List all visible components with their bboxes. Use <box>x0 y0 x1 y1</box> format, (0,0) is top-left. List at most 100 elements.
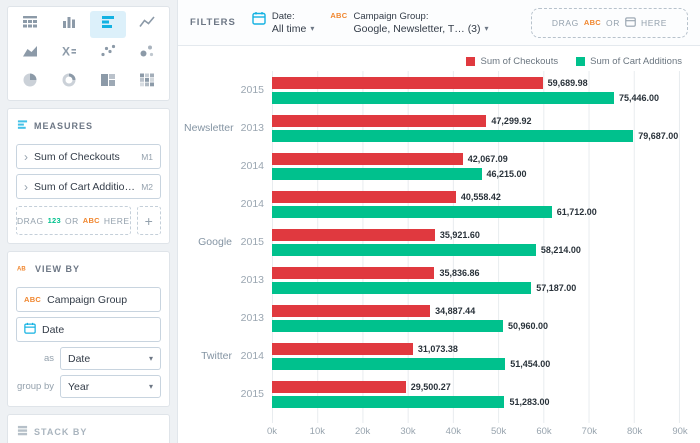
bar-pair: 47,299.9279,687.00 <box>272 115 680 142</box>
viz-type-donut-chart[interactable] <box>51 69 88 96</box>
x-tick-label: 0k <box>267 426 277 437</box>
cart-additions-bar[interactable] <box>272 244 536 256</box>
measure-badge: M1 <box>141 152 153 162</box>
row-label: 2015 <box>186 84 272 96</box>
viz-type-line-chart[interactable] <box>128 11 165 38</box>
viz-type-column-chart[interactable] <box>51 11 88 38</box>
date-dimension-select[interactable]: Date ▾ <box>60 347 161 370</box>
chart-row: 2013 35,836.8657,187.00 <box>186 261 692 299</box>
chart-row: 201442,067.0946,215.00 <box>186 147 692 185</box>
bar-value-label: 59,689.98 <box>548 78 588 88</box>
cart-additions-bar[interactable] <box>272 92 614 104</box>
dropzone-text: DRAG <box>17 216 44 226</box>
row-label: 2013 <box>186 312 272 324</box>
bar-value-label: 50,960.00 <box>508 321 548 331</box>
cart-additions-bar[interactable] <box>272 358 505 370</box>
measures-title: MEASURES <box>34 121 93 131</box>
year-label: 2015 <box>239 388 264 400</box>
year-label: 2013 <box>239 274 264 286</box>
column-chart-icon <box>61 14 77 35</box>
bar-line: 31,073.38 <box>272 343 680 355</box>
chevron-down-icon: ▾ <box>149 382 153 391</box>
add-measure-button[interactable]: + <box>137 206 161 235</box>
measure-item-checkouts[interactable]: › Sum of Checkouts M1 <box>16 144 161 169</box>
filter-dropzone[interactable]: DRAG ABC OR HERE <box>531 8 688 38</box>
cart-additions-bar[interactable] <box>272 206 552 218</box>
year-label: 2015 <box>239 236 264 248</box>
bar-pair: 42,067.0946,215.00 <box>272 153 680 180</box>
checkouts-bar[interactable] <box>272 191 456 203</box>
viz-type-heatmap[interactable] <box>128 69 165 96</box>
year-label: 2014 <box>239 350 264 362</box>
bar-value-label: 79,687.00 <box>638 131 678 141</box>
heatmap-icon <box>139 72 155 93</box>
abc-badge: ABC <box>83 216 100 225</box>
cart-additions-bar[interactable] <box>272 320 503 332</box>
date-filter-value: All time <box>272 23 306 35</box>
bar-pair: 35,836.8657,187.00 <box>272 267 680 294</box>
year-label: 2013 <box>239 312 264 324</box>
bar-value-label: 58,214.00 <box>541 245 581 255</box>
line-chart-icon <box>139 14 155 35</box>
legend-item[interactable]: Sum of Cart Additions <box>576 56 682 67</box>
bar-line: 34,887.44 <box>272 305 680 317</box>
viz-type-treemap[interactable] <box>90 69 127 96</box>
measure-badge: M2 <box>141 182 153 192</box>
checkouts-bar[interactable] <box>272 77 543 89</box>
abc-badge: ABC <box>330 11 347 20</box>
cart-additions-bar[interactable] <box>272 282 531 294</box>
year-label: 2014 <box>239 198 264 210</box>
cart-additions-bar[interactable] <box>272 130 633 142</box>
filter-bar: FILTERS Date: All time ▾ ABC Campaign Gr… <box>178 0 700 46</box>
bar-value-label: 35,921.60 <box>440 230 480 240</box>
checkouts-bar[interactable] <box>272 115 486 127</box>
legend-label: Sum of Cart Additions <box>590 56 682 67</box>
chart-row: 201559,689.9875,446.00 <box>186 71 692 109</box>
view-by-item-date[interactable]: Date <box>16 317 161 342</box>
bar-line: 59,689.98 <box>272 77 680 89</box>
checkouts-bar[interactable] <box>272 343 413 355</box>
chart-row: 201440,558.4261,712.00 <box>186 185 692 223</box>
pie-chart-icon <box>22 72 38 93</box>
measure-dropzone[interactable]: DRAG 123 OR ABC HERE <box>16 206 131 235</box>
checkouts-bar[interactable] <box>272 229 435 241</box>
checkouts-bar[interactable] <box>272 305 430 317</box>
select-value: Year <box>68 381 89 393</box>
granularity-select[interactable]: Year ▾ <box>60 375 161 398</box>
date-filter[interactable]: Date: All time ▾ <box>252 11 314 35</box>
measure-label: Sum of Checkouts <box>34 151 135 163</box>
legend-item[interactable]: Sum of Checkouts <box>466 56 558 67</box>
checkouts-bar[interactable] <box>272 381 406 393</box>
viz-type-area-chart[interactable] <box>12 40 49 67</box>
row-label: 2015 <box>186 388 272 400</box>
attribute-label: Campaign Group <box>47 294 153 306</box>
checkouts-bar[interactable] <box>272 267 434 279</box>
calendar-icon <box>24 321 36 339</box>
measures-icon <box>17 117 28 135</box>
stack-by-icon <box>17 423 28 441</box>
bar-line: 57,187.00 <box>272 282 680 294</box>
viz-type-table[interactable] <box>12 11 49 38</box>
campaign-group-filter[interactable]: ABC Campaign Group: Google, Newsletter, … <box>330 11 488 35</box>
viz-type-bar-chart[interactable] <box>90 11 127 38</box>
year-label: 2013 <box>241 122 264 134</box>
row-label: Newsletter2013 <box>186 122 272 134</box>
chart-row: 2013 34,887.44 50,960.00 <box>186 299 692 337</box>
measure-item-cart-additions[interactable]: › Sum of Cart Additions M2 <box>16 174 161 199</box>
view-by-item-campaign-group[interactable]: ABC Campaign Group <box>16 287 161 312</box>
123-badge: 123 <box>48 216 61 225</box>
viz-type-headline[interactable]: X <box>51 40 88 67</box>
dropzone-text: HERE <box>641 18 667 28</box>
bar-pair: 29,500.2751,283.00 <box>272 381 680 408</box>
checkouts-bar[interactable] <box>272 153 463 165</box>
chevron-down-icon: ▾ <box>485 24 489 33</box>
row-label: Google2015 <box>186 236 272 248</box>
viz-type-picker: X <box>7 6 170 101</box>
view-by-panel: AB VIEW BY ABC Campaign Group Date as Da… <box>7 251 170 407</box>
viz-type-scatter-plot[interactable] <box>90 40 127 67</box>
viz-type-pie-chart[interactable] <box>12 69 49 96</box>
cart-additions-bar[interactable] <box>272 168 482 180</box>
x-tick-label: 50k <box>491 426 506 437</box>
cart-additions-bar[interactable] <box>272 396 504 408</box>
viz-type-bubble-chart[interactable] <box>128 40 165 67</box>
